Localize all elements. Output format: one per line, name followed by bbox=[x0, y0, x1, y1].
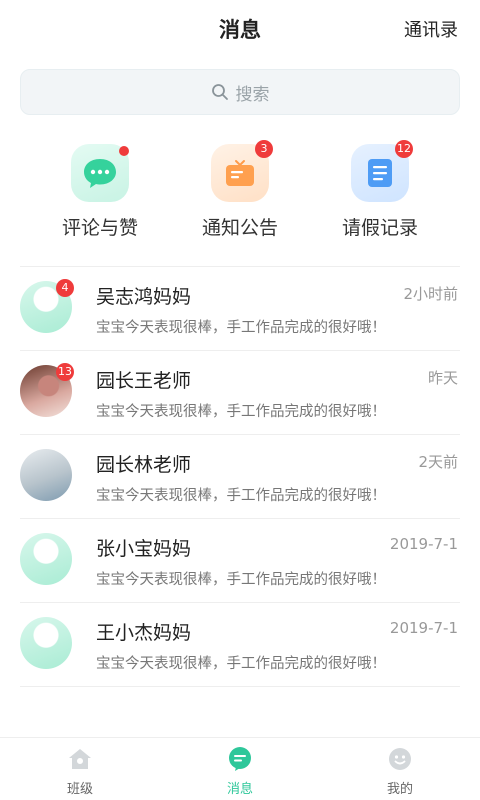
avatar: 4 bbox=[20, 279, 74, 333]
quick-label: 评论与赞 bbox=[61, 217, 138, 239]
contacts-button[interactable]: 通讯录 bbox=[404, 16, 458, 42]
contact-name: 园长王老师 bbox=[96, 370, 192, 392]
quick-label: 请假记录 bbox=[341, 217, 418, 239]
chat-bubble-icon bbox=[71, 144, 129, 202]
unread-badge: 13 bbox=[56, 363, 74, 381]
list-item[interactable]: 园长林老师 2天前 宝宝今天表现很棒，手工作品完成的很好哦！ bbox=[20, 435, 460, 519]
avatar bbox=[20, 533, 72, 585]
header: 消息 通讯录 bbox=[0, 0, 480, 56]
contact-name: 吴志鸿妈妈 bbox=[96, 286, 192, 308]
list-item[interactable]: 张小宝妈妈 2019-7-1 宝宝今天表现很棒，手工作品完成的很好哦！ bbox=[20, 519, 460, 603]
message-time: 2019-7-1 bbox=[389, 619, 458, 637]
profile-icon bbox=[389, 748, 411, 770]
message-time: 2019-7-1 bbox=[389, 535, 458, 553]
quick-notices[interactable]: 3 通知公告 bbox=[170, 140, 310, 240]
contact-name: 王小杰妈妈 bbox=[96, 622, 192, 644]
leave-badge: 12 bbox=[395, 140, 413, 158]
message-time: 2小时前 bbox=[403, 285, 458, 303]
message-time: 2天前 bbox=[418, 453, 458, 471]
message-preview: 宝宝今天表现很棒，手工作品完成的很好哦！ bbox=[96, 404, 386, 420]
notice-badge: 3 bbox=[255, 140, 273, 158]
quick-leave-records[interactable]: 12 请假记录 bbox=[310, 140, 450, 240]
quick-comments-likes[interactable]: 评论与赞 bbox=[30, 144, 170, 240]
message-preview: 宝宝今天表现很棒，手工作品完成的很好哦！ bbox=[96, 656, 386, 672]
search-placeholder: 搜索 bbox=[235, 84, 270, 105]
home-icon bbox=[69, 749, 91, 769]
unread-dot bbox=[119, 146, 129, 156]
message-time: 昨天 bbox=[427, 369, 458, 387]
message-list: 4 吴志鸿妈妈 2小时前 宝宝今天表现很棒，手工作品完成的很好哦！ 13 园长王… bbox=[0, 267, 480, 687]
tab-label: 班级 bbox=[66, 782, 93, 797]
list-item[interactable]: 4 吴志鸿妈妈 2小时前 宝宝今天表现很棒，手工作品完成的很好哦！ bbox=[20, 267, 460, 351]
tab-label: 我的 bbox=[386, 782, 413, 797]
contact-name: 园长林老师 bbox=[96, 454, 192, 476]
notice-icon: 3 bbox=[211, 140, 273, 202]
avatar bbox=[20, 449, 72, 501]
tab-class[interactable]: 班级 bbox=[0, 746, 160, 797]
document-icon: 12 bbox=[351, 140, 413, 202]
list-item[interactable]: 13 园长王老师 昨天 宝宝今天表现很棒，手工作品完成的很好哦！ bbox=[20, 351, 460, 435]
message-preview: 宝宝今天表现很棒，手工作品完成的很好哦！ bbox=[96, 320, 386, 336]
tab-messages[interactable]: 消息 bbox=[160, 746, 320, 797]
avatar bbox=[20, 617, 72, 669]
unread-badge: 4 bbox=[56, 279, 74, 297]
quick-actions: 评论与赞 3 通知公告 12 请假记录 bbox=[0, 140, 480, 244]
list-item[interactable]: 王小杰妈妈 2019-7-1 宝宝今天表现很棒，手工作品完成的很好哦！ bbox=[20, 603, 460, 687]
tab-bar: 班级 消息 我的 bbox=[0, 737, 480, 800]
search-icon bbox=[211, 84, 228, 100]
quick-label: 通知公告 bbox=[201, 217, 278, 239]
message-preview: 宝宝今天表现很棒，手工作品完成的很好哦！ bbox=[96, 572, 386, 588]
search-input[interactable]: 搜索 bbox=[20, 69, 460, 115]
message-preview: 宝宝今天表现很棒，手工作品完成的很好哦！ bbox=[96, 488, 386, 504]
tab-label: 消息 bbox=[226, 782, 253, 797]
contact-name: 张小宝妈妈 bbox=[96, 538, 192, 560]
tab-profile[interactable]: 我的 bbox=[320, 746, 480, 797]
message-icon bbox=[229, 747, 251, 771]
avatar: 13 bbox=[20, 363, 74, 417]
